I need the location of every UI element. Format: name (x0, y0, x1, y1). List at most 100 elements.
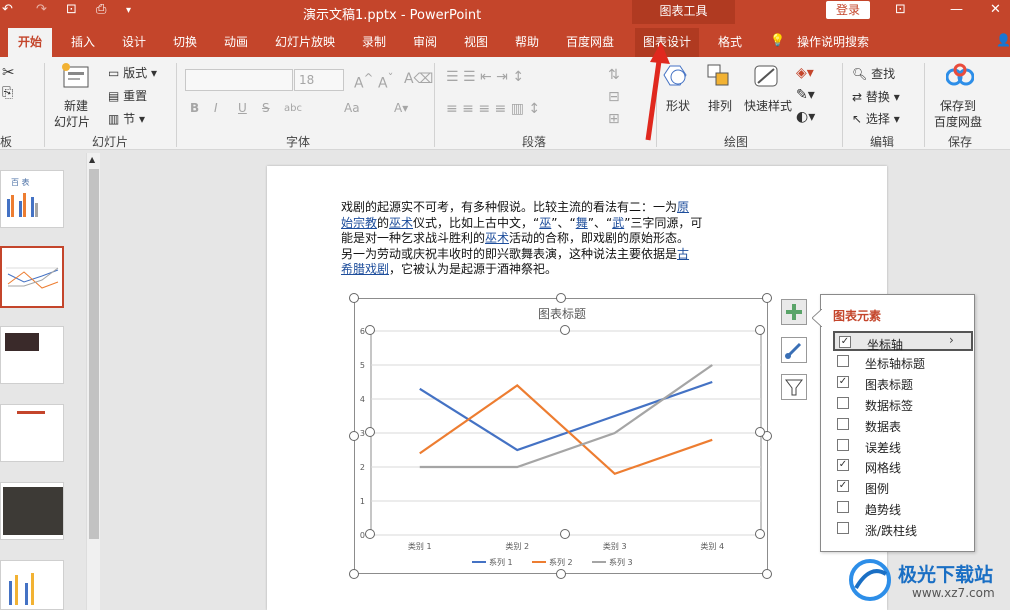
clear-format-icon[interactable]: A⌫ (404, 71, 433, 87)
quick-styles-icon[interactable] (752, 63, 780, 89)
tab-home[interactable]: 开始 (8, 28, 53, 57)
resize-handle-tl[interactable] (349, 293, 359, 303)
font-name-combo[interactable] (185, 69, 293, 91)
checkbox[interactable]: ✓ (837, 480, 849, 493)
copy-icon[interactable]: ⎘ (2, 85, 13, 101)
tab-record[interactable]: 录制 (362, 33, 386, 50)
slide-thumb-4[interactable] (0, 404, 64, 462)
resize-handle-br[interactable] (762, 569, 772, 579)
checkbox[interactable] (837, 354, 849, 367)
bullets-icon[interactable]: ☰ ☰ ⇤ ⇥ ↕ (446, 69, 524, 85)
chart-element-option[interactable]: 数据标签 (833, 394, 973, 414)
layout-button[interactable]: ▭ 版式 ▾ (108, 64, 157, 81)
change-case-button[interactable]: Aa (344, 101, 360, 115)
tab-animations[interactable]: 动画 (224, 33, 248, 50)
scroll-thumb[interactable] (89, 169, 99, 539)
close-icon[interactable]: ✕ (990, 2, 1001, 17)
arrange-label[interactable]: 排列 (708, 97, 732, 114)
thumbnail-scrollbar[interactable]: ▲ (86, 153, 100, 610)
plot-handle-br[interactable] (755, 529, 765, 539)
slide-thumb-6[interactable] (0, 560, 64, 610)
resize-handle-b[interactable] (556, 569, 566, 579)
checkbox[interactable] (837, 501, 849, 514)
chevron-right-icon[interactable]: › (949, 333, 954, 347)
slide-body-text[interactable]: 戏剧的起源实不可考，有多种假说。比较主流的看法有二：一为原 始宗教的巫术仪式，比… (341, 200, 741, 278)
smartart-icon[interactable]: ⊞ (608, 111, 620, 127)
chart-element-option[interactable]: 数据表 (833, 415, 973, 435)
baidu-netdisk-icon[interactable] (946, 63, 974, 89)
chart-filters-button[interactable] (781, 374, 807, 400)
checkbox[interactable] (837, 417, 849, 430)
checkbox[interactable] (837, 522, 849, 535)
tab-view[interactable]: 视图 (464, 33, 488, 50)
resize-handle-tr[interactable] (762, 293, 772, 303)
slide-thumb-1[interactable]: 百 表 (0, 170, 64, 228)
series-line[interactable] (419, 380, 713, 452)
chart-element-option[interactable]: 趋势线 (833, 498, 973, 518)
plot-handle-tl[interactable] (365, 325, 375, 335)
chart-element-option[interactable]: 误差线 (833, 436, 973, 456)
resize-handle-bl[interactable] (349, 569, 359, 579)
login-button[interactable]: 登录 (826, 1, 870, 19)
print-preview-icon[interactable]: ⎙ (96, 2, 106, 17)
minimize-icon[interactable]: — (950, 2, 963, 17)
slide-thumb-5[interactable] (0, 482, 64, 540)
slide-thumb-2[interactable] (0, 246, 64, 308)
link-greek-drama-b[interactable]: 希腊戏剧 (341, 262, 389, 276)
plot-handle-b[interactable] (560, 529, 570, 539)
chart-element-option[interactable]: ✓ 图例 (833, 477, 973, 497)
tab-help[interactable]: 帮助 (515, 33, 539, 50)
underline-button[interactable]: U (238, 101, 247, 115)
resize-handle-t[interactable] (556, 293, 566, 303)
tell-me-search[interactable]: 操作说明搜索 (797, 33, 869, 50)
save-to-label-2[interactable]: 百度网盘 (934, 113, 982, 130)
account-icon[interactable]: 👤 (996, 33, 1010, 47)
plot-handle-tr[interactable] (755, 325, 765, 335)
quick-styles-label[interactable]: 快速样式 (744, 97, 792, 114)
tab-design[interactable]: 设计 (122, 33, 146, 50)
italic-button[interactable]: I (214, 101, 218, 115)
shape-fill-icon[interactable]: ◈▾ (796, 65, 814, 81)
cut-icon[interactable]: ✂ (2, 63, 15, 81)
plot-handle-r[interactable] (755, 427, 765, 437)
chart-element-option[interactable]: ✓ 图表标题 (833, 373, 973, 393)
chart-legend[interactable]: 系列 1 系列 2 系列 3 (472, 557, 633, 567)
checkbox[interactable]: ✓ (839, 336, 851, 348)
section-button[interactable]: ▥ 节 ▾ (108, 110, 145, 127)
chart-title[interactable]: 图表标题 (538, 307, 586, 321)
undo-icon[interactable]: ↶ (2, 2, 13, 17)
redo-icon[interactable]: ↷ (36, 2, 47, 17)
new-slide-label-1[interactable]: 新建 (64, 97, 88, 114)
tab-review[interactable]: 审阅 (413, 33, 437, 50)
font-color-icon[interactable]: A▾ (394, 101, 408, 115)
link-wu-2[interactable]: 舞 (576, 216, 588, 230)
tab-baidu-netdisk[interactable]: 百度网盘 (566, 33, 614, 50)
chart-elements-button[interactable] (781, 299, 807, 325)
save-to-label-1[interactable]: 保存到 (940, 97, 976, 114)
shape-effects-icon[interactable]: ◐▾ (796, 109, 815, 125)
align-text-icon[interactable]: ⊟ (608, 89, 620, 105)
strike-button[interactable]: S (262, 101, 270, 115)
select-button[interactable]: ↖ 选择 ▾ (852, 110, 900, 127)
chart-element-option[interactable]: 涨/跌柱线 (833, 519, 973, 539)
bold-button[interactable]: B (190, 101, 199, 115)
checkbox[interactable] (837, 438, 849, 451)
arrange-icon[interactable] (706, 63, 734, 89)
plot-handle-l[interactable] (365, 427, 375, 437)
ribbon-display-icon[interactable]: ⊡ (895, 2, 906, 17)
checkbox[interactable]: ✓ (837, 459, 849, 472)
link-witchcraft-2[interactable]: 巫术 (485, 231, 509, 245)
series-lines[interactable] (419, 364, 713, 476)
resize-handle-l[interactable] (349, 431, 359, 441)
chart-element-option[interactable]: 坐标轴标题 (833, 352, 973, 372)
link-wu-1[interactable]: 巫 (539, 216, 551, 230)
find-button[interactable]: 🔍︎ 查找 (852, 65, 895, 82)
chart-styles-button[interactable] (781, 337, 807, 363)
replace-button[interactable]: ⇄ 替换 ▾ (852, 88, 900, 105)
increase-font-icon[interactable]: A^ (354, 71, 373, 92)
plot-handle-t[interactable] (560, 325, 570, 335)
char-spacing-button[interactable]: abc (284, 103, 302, 114)
text-direction-icon[interactable]: ⇅ (608, 67, 620, 83)
tab-transitions[interactable]: 切换 (173, 33, 197, 50)
font-size-combo[interactable]: 18 (294, 69, 344, 91)
